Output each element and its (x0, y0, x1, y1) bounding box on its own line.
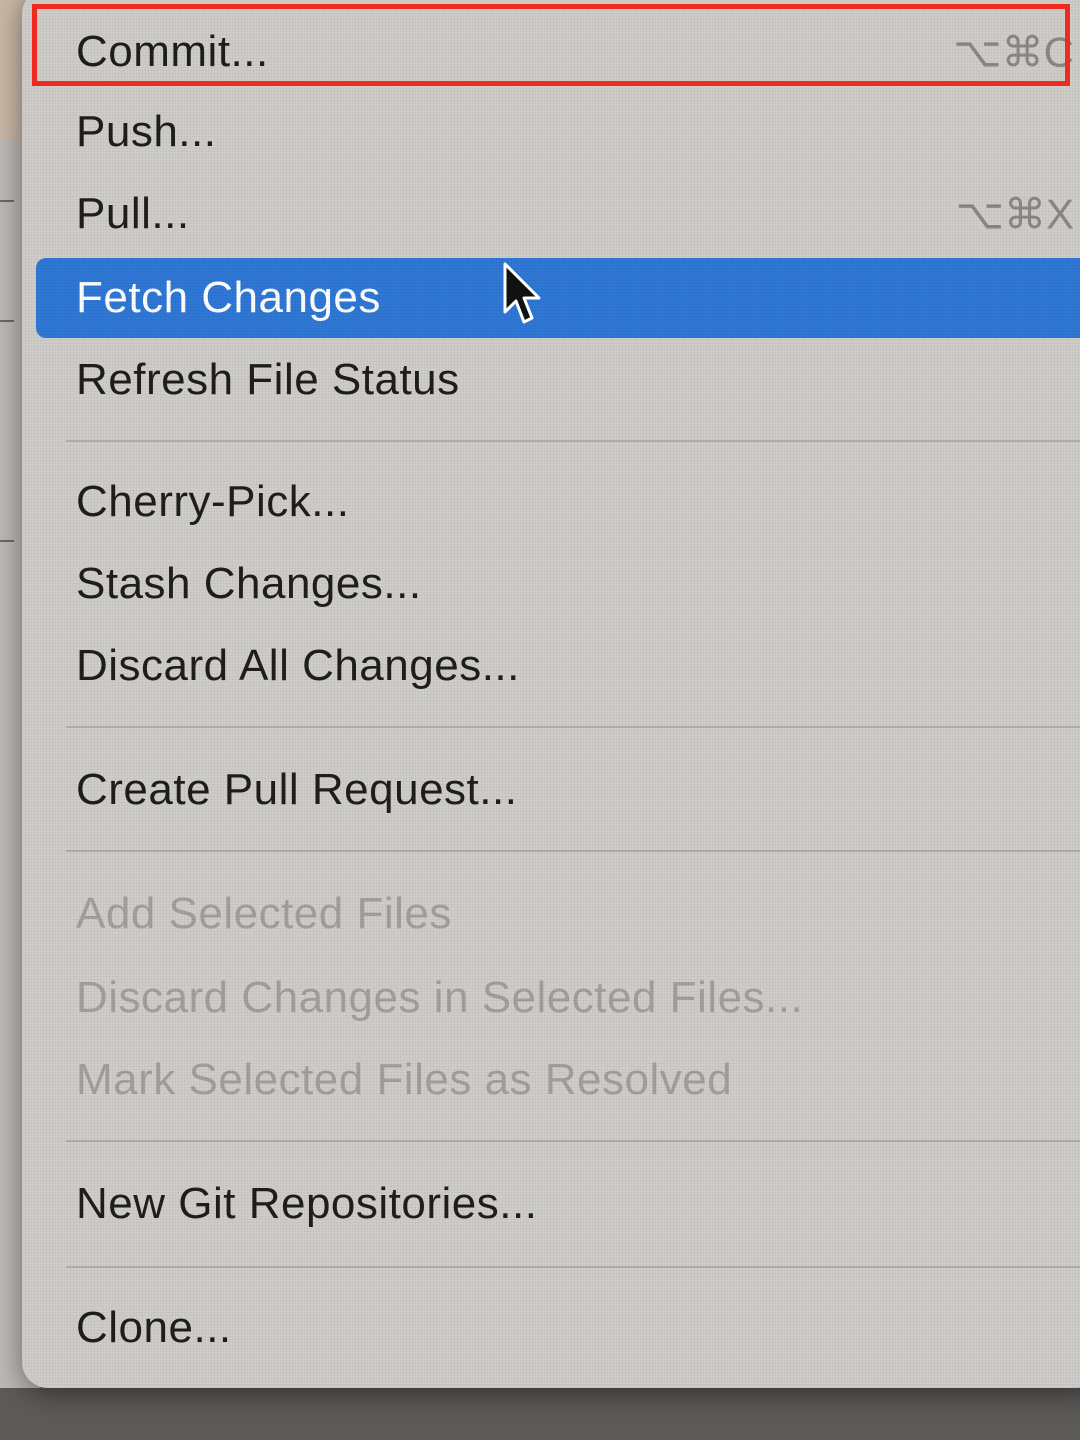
menu-item-discard-all-changes[interactable]: Discard All Changes... (36, 626, 1080, 706)
menu-item-add-selected-files: Add Selected Files (36, 874, 1080, 954)
menu-item-label: Mark Selected Files as Resolved (76, 1055, 733, 1104)
menu-item-cherry-pick[interactable]: Cherry-Pick... (36, 462, 1080, 542)
source-control-menu: Commit... ⌥⌘C Push... Pull... ⌥⌘X Fetch … (22, 0, 1080, 1388)
menu-separator (66, 440, 1080, 442)
menu-item-fetch-changes[interactable]: Fetch Changes (36, 258, 1080, 338)
menu-separator (66, 1266, 1080, 1268)
keyboard-shortcut: ⌥⌘X (955, 190, 1074, 238)
menu-item-label: Clone... (76, 1303, 232, 1352)
menu-item-label: Add Selected Files (76, 889, 452, 938)
menu-item-label: Fetch Changes (76, 273, 381, 322)
menu-item-label: Pull... (76, 189, 190, 238)
menu-item-mark-selected-files-resolved: Mark Selected Files as Resolved (36, 1040, 1080, 1120)
background-divider (0, 320, 14, 322)
menu-item-label: Cherry-Pick... (76, 477, 350, 526)
menu-item-pull[interactable]: Pull... ⌥⌘X (36, 174, 1080, 254)
menu-item-clone[interactable]: Clone... (36, 1288, 1080, 1368)
background-divider (0, 200, 14, 202)
menu-item-discard-changes-in-selected-files: Discard Changes in Selected Files... (36, 958, 1080, 1038)
menu-item-stash-changes[interactable]: Stash Changes... (36, 544, 1080, 624)
menu-item-create-pull-request[interactable]: Create Pull Request... (36, 750, 1080, 830)
menu-item-label: Discard Changes in Selected Files... (76, 973, 804, 1022)
menu-item-label: Push... (76, 107, 217, 156)
menu-item-push[interactable]: Push... (36, 92, 1080, 172)
background-window-bottom (0, 1388, 1080, 1440)
mouse-pointer-icon (503, 262, 541, 324)
menu-item-label: Refresh File Status (76, 355, 460, 404)
menu-separator (66, 726, 1080, 728)
menu-item-refresh-file-status[interactable]: Refresh File Status (36, 340, 1080, 420)
menu-item-label: Discard All Changes... (76, 641, 520, 690)
menu-item-label: Stash Changes... (76, 559, 422, 608)
annotation-highlight-box (32, 4, 1070, 86)
menu-item-label: New Git Repositories... (76, 1179, 538, 1228)
background-divider (0, 540, 14, 542)
menu-item-label: Create Pull Request... (76, 765, 518, 814)
menu-item-new-git-repositories[interactable]: New Git Repositories... (36, 1164, 1080, 1244)
menu-separator (66, 1140, 1080, 1142)
menu-separator (66, 850, 1080, 852)
